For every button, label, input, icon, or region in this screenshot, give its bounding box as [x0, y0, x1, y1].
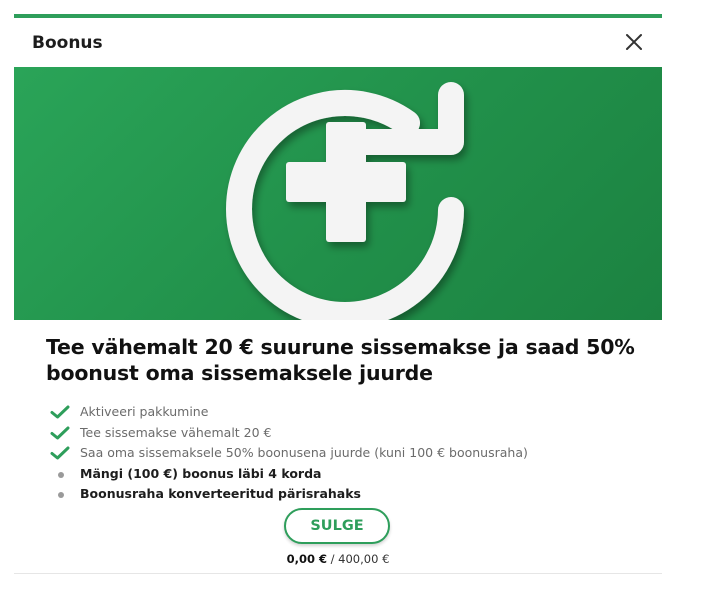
bonus-dialog: Boonus Tee vähemalt 20 € suurune sissema…: [14, 14, 662, 574]
close-offer-button[interactable]: SULGE: [284, 508, 390, 544]
check-icon: [50, 405, 70, 419]
progress-current: 0,00 €: [286, 552, 327, 566]
step-item: Saa oma sissemaksele 50% boonusena juurd…: [50, 443, 650, 464]
check-icon: [50, 426, 70, 439]
refresh-plus-icon: [226, 82, 464, 320]
offer-title: Tee vähemalt 20 € suurune sissemakse ja …: [46, 335, 635, 385]
progress-total: 400,00 €: [338, 552, 390, 566]
progress-separator: /: [326, 552, 339, 566]
step-label: Saa oma sissemaksele 50% boonusena juurd…: [80, 445, 528, 460]
step-label: Mängi (100 €) boonus läbi 4 korda: [80, 465, 322, 481]
bonus-steps-list: Aktiveeri pakkumine Tee sissemakse vähem…: [50, 402, 650, 505]
dialog-title: Boonus: [32, 33, 103, 53]
step-item: Aktiveeri pakkumine: [50, 402, 650, 423]
close-button[interactable]: [622, 30, 646, 54]
bullet-icon: [58, 492, 64, 498]
hero-banner: [14, 67, 662, 320]
step-label: Boonusraha konverteeritud pärisrahaks: [80, 486, 361, 501]
step-label: Aktiveeri pakkumine: [80, 404, 209, 419]
bullet-icon: [58, 471, 64, 478]
step-item: Boonusraha konverteeritud pärisrahaks: [50, 484, 650, 505]
step-label: Tee sissemakse vähemalt 20 €: [80, 424, 272, 440]
bonus-progress: 0,00 € / 400,00 €: [14, 552, 662, 566]
close-icon: [626, 34, 642, 50]
step-item: Tee sissemakse vähemalt 20 €: [50, 423, 650, 444]
dialog-header: Boonus: [14, 18, 662, 66]
check-icon: [50, 446, 70, 460]
step-item: Mängi (100 €) boonus läbi 4 korda: [50, 464, 650, 485]
